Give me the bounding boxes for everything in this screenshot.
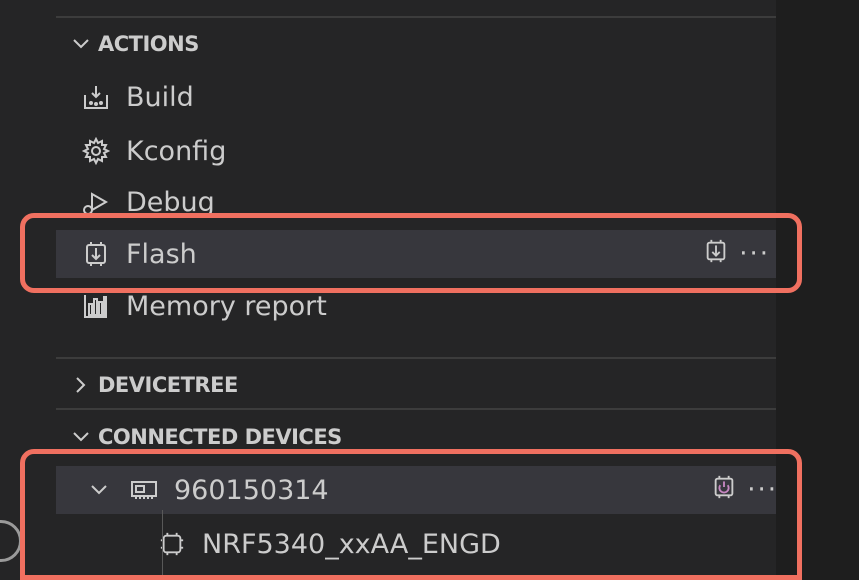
chevron-down-icon (64, 38, 98, 50)
highlight-box-flash (20, 213, 802, 293)
account-icon[interactable] (0, 520, 22, 562)
memory-report-icon (80, 290, 112, 322)
divider (56, 357, 776, 359)
divider (56, 408, 776, 410)
action-label: Memory report (126, 290, 327, 322)
section-title: DEVICETREE (98, 373, 238, 397)
section-actions-header[interactable]: ACTIONS (56, 24, 776, 64)
chevron-down-icon (64, 431, 98, 443)
section-devicetree-header[interactable]: DEVICETREE (56, 365, 776, 405)
gear-icon (80, 135, 112, 167)
divider (56, 16, 776, 18)
action-label: Build (126, 81, 194, 113)
section-title: ACTIONS (98, 32, 199, 56)
action-label: Kconfig (126, 135, 227, 167)
highlight-box-device (20, 449, 802, 580)
build-icon (80, 81, 112, 113)
action-build[interactable]: Build (56, 73, 776, 121)
section-title: CONNECTED DEVICES (98, 425, 342, 449)
action-kconfig[interactable]: Kconfig (56, 127, 776, 175)
chevron-right-icon (64, 376, 98, 394)
